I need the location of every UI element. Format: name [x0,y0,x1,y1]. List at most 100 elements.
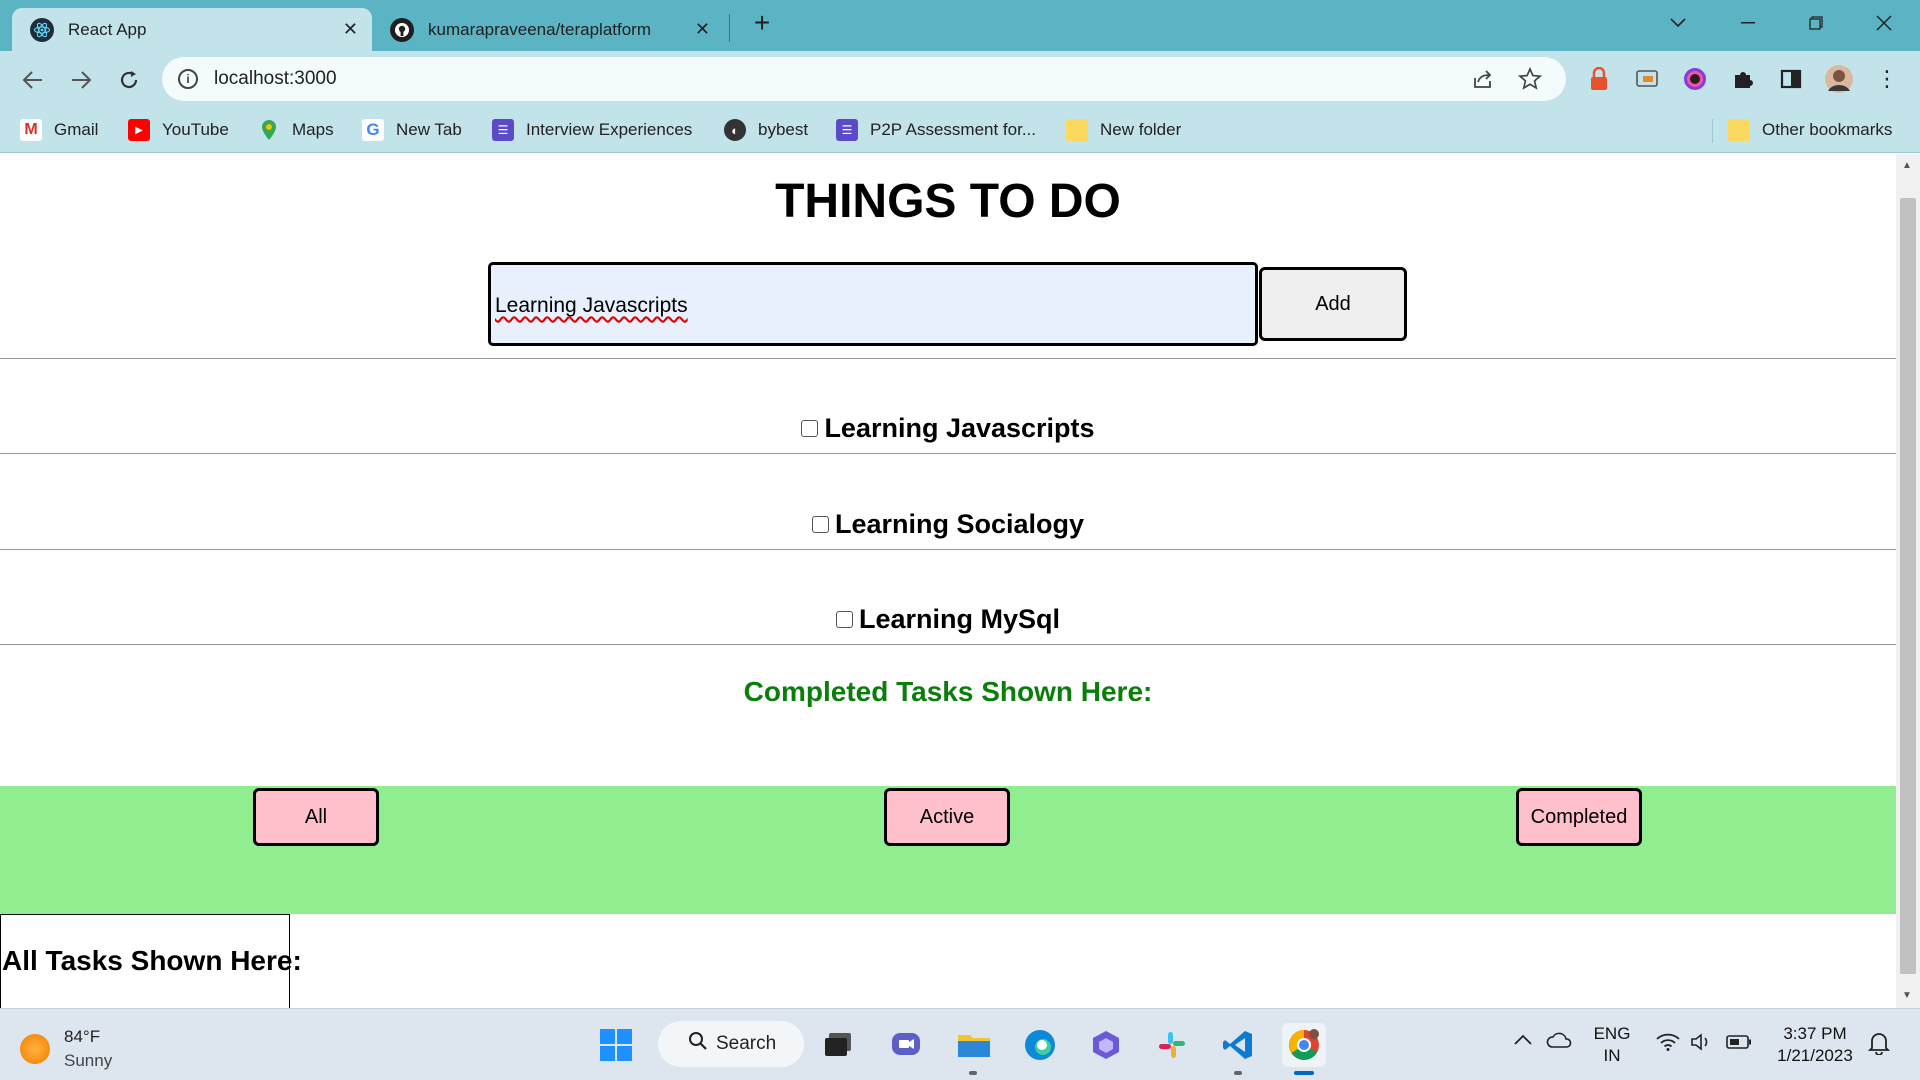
file-explorer-icon[interactable] [952,1023,996,1067]
divider [0,549,1896,550]
weather-temp: 84°F [64,1027,101,1046]
new-tab-button[interactable]: + [742,7,782,38]
slack-icon[interactable] [1150,1023,1194,1067]
close-window-icon[interactable] [1864,8,1904,38]
todo-text: Learning MySql [858,603,1061,634]
add-button[interactable]: Add [1259,267,1407,341]
side-panel-icon[interactable] [1776,64,1806,94]
todo-item[interactable]: Learning Socialogy [0,504,1896,544]
close-tab-icon[interactable]: ✕ [343,19,358,40]
task-view-icon[interactable] [816,1023,860,1067]
todo-item[interactable]: Learning MySql [0,599,1896,639]
todo-text: Learning Javascripts [824,412,1095,443]
tab-github[interactable]: kumarapraveena/teraplatform ✕ [372,8,724,51]
maps-icon [258,119,280,141]
weather-desc: Sunny [64,1051,113,1070]
address-url: localhost:3000 [214,68,337,89]
volume-icon[interactable] [1690,1033,1714,1056]
bookmark-label: P2P Assessment for... [870,120,1036,139]
page-scrollbar[interactable]: ▲ ▼ [1896,154,1920,1008]
language-indicator[interactable]: ENG IN [1592,1023,1632,1067]
wifi-icon[interactable] [1656,1033,1680,1056]
tab-title: React App [68,19,147,39]
cast-icon[interactable] [1632,64,1662,94]
all-tasks-panel: All Tasks Shown Here: [0,914,302,1008]
bookmark-label: Other bookmarks [1762,120,1893,139]
search-label: Search [716,1033,777,1054]
windows-start-icon[interactable] [594,1023,638,1067]
forward-icon[interactable] [64,63,98,97]
completed-tasks-heading: Completed Tasks Shown Here: [743,676,1153,707]
chrome-icon[interactable] [1282,1023,1326,1067]
filter-completed-button[interactable]: Completed [1516,788,1642,846]
extension-lock-icon[interactable] [1584,64,1614,94]
share-icon[interactable] [1472,68,1494,95]
search-icon [688,1031,708,1057]
weather-widget[interactable]: 84°F Sunny [20,1025,112,1073]
task-input-value: Learning Javascripts [495,294,688,317]
bookmark-other-bookmarks[interactable]: Other bookmarks [1728,117,1892,143]
google-icon: G [362,119,384,141]
notification-bell-icon[interactable] [1867,1031,1891,1060]
filter-all-button[interactable]: All [253,788,379,846]
address-bar[interactable]: i localhost:3000 [162,57,1566,101]
running-indicator [1234,1071,1242,1075]
bookmark-label: New Tab [396,120,462,139]
todo-checkbox[interactable] [835,610,853,628]
site-info-icon[interactable]: i [178,69,198,89]
scroll-down-icon[interactable]: ▼ [1902,990,1912,1001]
bookmark-label: Interview Experiences [526,120,693,139]
list-icon: ☰ [492,119,514,141]
tab-title: kumarapraveena/teraplatform [428,19,652,39]
divider [0,358,1896,359]
tab-react-app[interactable]: React App ✕ [12,8,372,51]
tab-search-icon[interactable] [1658,8,1698,38]
filter-active-button[interactable]: Active [884,788,1010,846]
bookmark-interview-experiences[interactable]: ☰ Interview Experiences [492,117,692,143]
bookmark-youtube[interactable]: ▶ YouTube [128,117,229,143]
clock-date: 1/21/2023 [1777,1046,1853,1065]
bookmarks-bar: M Gmail ▶ YouTube Maps G New Tab ☰ Inter… [0,107,1920,153]
taskbar: 84°F Sunny Search ENG IN 3:37 PM 1/21/20… [0,1008,1920,1080]
react-icon [30,17,54,42]
gmail-icon: M [20,119,42,141]
todo-checkbox[interactable] [801,419,819,437]
bookmark-maps[interactable]: Maps [258,117,334,143]
teams-chat-icon[interactable] [884,1023,928,1067]
show-hidden-icons-icon[interactable] [1514,1033,1532,1051]
onedrive-cloud-icon[interactable] [1546,1031,1572,1054]
color-picker-extension-icon[interactable] [1680,64,1710,94]
bookmark-bybest[interactable]: ◐ bybest [724,117,808,143]
clock[interactable]: 3:37 PM 1/21/2023 [1770,1023,1860,1067]
chrome-menu-icon[interactable]: ⋮ [1872,64,1902,94]
running-indicator [969,1071,977,1075]
bookmark-star-icon[interactable] [1517,66,1543,96]
bookmark-new-folder[interactable]: New folder [1066,117,1181,143]
todo-item[interactable]: Learning Javascripts [0,408,1896,448]
scrollbar-thumb[interactable] [1900,198,1916,974]
battery-icon[interactable] [1726,1035,1752,1054]
bookmark-gmail[interactable]: M Gmail [20,117,98,143]
back-icon[interactable] [16,63,50,97]
restore-icon[interactable] [1796,8,1836,38]
minimize-icon[interactable] [1728,8,1768,38]
reload-icon[interactable] [112,63,146,97]
active-app-indicator [1294,1071,1314,1075]
bookmark-p2p-assessment[interactable]: ☰ P2P Assessment for... [836,117,1036,143]
github-icon [390,17,414,42]
profile-avatar[interactable] [1824,64,1854,94]
taskbar-search[interactable]: Search [658,1021,804,1067]
language-code: ENG [1593,1024,1631,1043]
extensions-puzzle-icon[interactable] [1728,64,1758,94]
close-tab-icon[interactable]: ✕ [695,19,710,40]
todo-checkbox[interactable] [811,515,829,533]
divider [0,453,1896,454]
vscode-icon[interactable] [1216,1023,1260,1067]
bookmark-new-tab[interactable]: G New Tab [362,117,462,143]
copilot-icon[interactable] [1084,1023,1128,1067]
scroll-up-icon[interactable]: ▲ [1902,160,1912,171]
edge-browser-icon[interactable] [1018,1023,1062,1067]
bookmark-label: Gmail [54,120,99,139]
bookmark-label: YouTube [162,120,229,139]
folder-icon [1066,119,1088,141]
